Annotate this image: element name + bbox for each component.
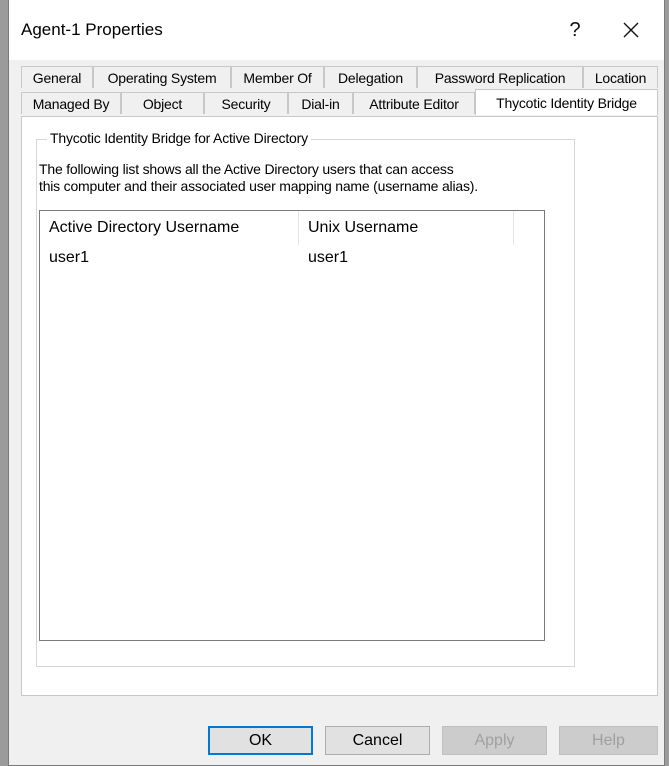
- groupbox-label: Thycotic Identity Bridge for Active Dire…: [47, 130, 311, 146]
- help-dialog-button[interactable]: Help: [559, 726, 658, 755]
- description-line-2: this computer and their associated user …: [39, 178, 478, 194]
- cancel-button[interactable]: Cancel: [325, 726, 430, 755]
- ad-username-cell: user1: [49, 249, 90, 266]
- close-button[interactable]: [608, 8, 654, 52]
- tab-security[interactable]: Security: [204, 92, 288, 114]
- tab-general[interactable]: General: [21, 66, 93, 88]
- tab-operating-system[interactable]: Operating System: [93, 66, 231, 88]
- list-item[interactable]: user1 user1: [40, 249, 544, 271]
- tab-password-replication[interactable]: Password Replication: [417, 66, 583, 88]
- tab-object[interactable]: Object: [121, 92, 204, 114]
- help-button[interactable]: ?: [552, 8, 598, 52]
- list-header: Active Directory Username Unix Username: [40, 211, 544, 245]
- apply-button[interactable]: Apply: [442, 726, 547, 755]
- tab-member-of[interactable]: Member Of: [231, 66, 324, 88]
- tab-thycotic-identity-bridge[interactable]: Thycotic Identity Bridge: [475, 89, 658, 115]
- tab-location[interactable]: Location: [583, 66, 658, 88]
- description-text: The following list shows all the Active …: [39, 161, 549, 195]
- window-title: Agent-1 Properties: [21, 20, 163, 39]
- unix-username-cell: user1: [308, 249, 349, 266]
- description-line-1: The following list shows all the Active …: [39, 161, 454, 177]
- close-icon: [623, 22, 639, 38]
- tab-dial-in[interactable]: Dial-in: [288, 92, 353, 114]
- tab-attribute-editor[interactable]: Attribute Editor: [353, 92, 475, 114]
- title-bar[interactable]: Agent-1 Properties ?: [9, 0, 664, 60]
- ok-button[interactable]: OK: [208, 726, 313, 755]
- tab-managed-by[interactable]: Managed By: [21, 92, 121, 114]
- properties-dialog: Agent-1 Properties ? General Operating S…: [8, 0, 665, 766]
- column-header-unix-username[interactable]: Unix Username: [299, 211, 514, 245]
- tab-panel: Thycotic Identity Bridge for Active Dire…: [21, 116, 658, 696]
- user-mapping-list[interactable]: Active Directory Username Unix Username …: [39, 210, 545, 641]
- column-header-ad-username[interactable]: Active Directory Username: [40, 211, 299, 245]
- tab-delegation[interactable]: Delegation: [324, 66, 417, 88]
